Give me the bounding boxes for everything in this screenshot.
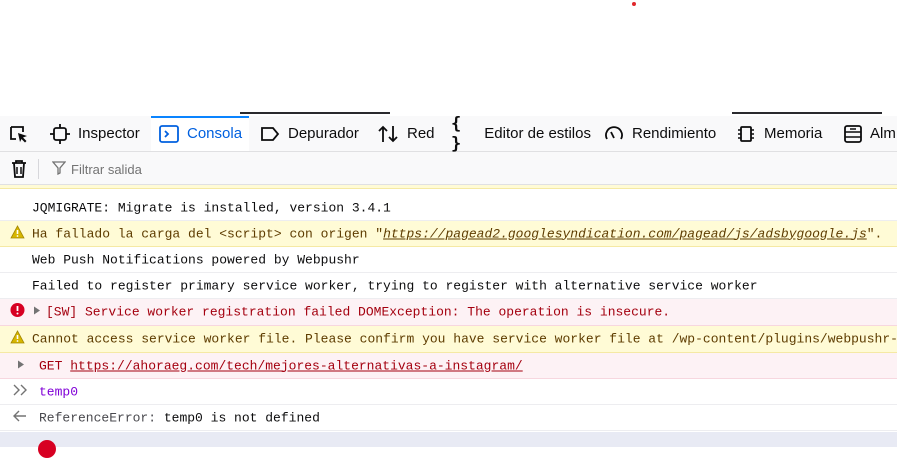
error-message: temp0 is not defined bbox=[163, 410, 320, 425]
trash-icon[interactable] bbox=[10, 159, 28, 184]
error-type: ReferenceError: bbox=[39, 410, 157, 425]
page-marker-dot bbox=[632, 2, 636, 6]
page-element-strip bbox=[732, 112, 882, 114]
tab-style-editor[interactable]: { } Editor de estilos bbox=[451, 113, 591, 154]
console-input-row: temp0 bbox=[0, 380, 897, 405]
console-message-log: Failed to register primary service worke… bbox=[0, 273, 897, 299]
element-picker-button[interactable] bbox=[8, 116, 34, 151]
tab-console[interactable]: Consola bbox=[151, 116, 249, 151]
script-url-link[interactable]: https://pagead2.googlesyndication.com/pa… bbox=[383, 226, 867, 241]
devtools-toolbar: Inspector Consola Depurador Red { } Edit… bbox=[0, 113, 897, 154]
console-message-cut bbox=[0, 185, 897, 189]
error-icon bbox=[38, 440, 56, 458]
input-chevron-icon bbox=[13, 384, 29, 400]
tab-storage[interactable]: Alm bbox=[844, 116, 897, 151]
console-message-error: [SW] Service worker registration failed … bbox=[0, 299, 897, 326]
page-content-area bbox=[0, 0, 897, 116]
braces-icon: { } bbox=[451, 113, 462, 154]
storage-icon bbox=[844, 124, 862, 144]
result-text: ReferenceError: temp0 is not defined bbox=[39, 410, 320, 425]
warning-icon bbox=[10, 224, 25, 243]
tab-performance-label: Rendimiento bbox=[632, 125, 717, 142]
console-input-area[interactable] bbox=[0, 432, 897, 447]
debugger-icon bbox=[260, 124, 280, 144]
tab-network-label: Red bbox=[407, 125, 435, 142]
result-arrow-icon bbox=[13, 410, 27, 426]
tab-style-editor-label: Editor de estilos bbox=[484, 125, 591, 142]
message-text: [SW] Service worker registration failed … bbox=[46, 304, 671, 320]
filter-funnel-icon bbox=[51, 161, 67, 180]
error-icon bbox=[10, 303, 25, 322]
tab-network[interactable]: Red bbox=[377, 116, 437, 151]
expand-arrow-icon[interactable] bbox=[17, 358, 25, 373]
tab-memory[interactable]: Memoria bbox=[736, 116, 830, 151]
evaluated-input: temp0 bbox=[39, 384, 79, 400]
console-icon bbox=[159, 124, 179, 144]
gauge-icon bbox=[604, 124, 624, 144]
tab-debugger-label: Depurador bbox=[288, 125, 359, 142]
message-text: Ha fallado la carga del <script> con ori… bbox=[32, 226, 883, 241]
console-message-log: JQMIGRATE: Migrate is installed, version… bbox=[0, 195, 897, 221]
message-text: Web Push Notifications powered by Webpus… bbox=[32, 252, 360, 267]
tab-inspector-label: Inspector bbox=[78, 125, 140, 142]
console-output: JQMIGRATE: Migrate is installed, version… bbox=[0, 185, 897, 447]
message-text: JQMIGRATE: Migrate is installed, version… bbox=[32, 200, 391, 215]
tab-console-label: Consola bbox=[187, 125, 243, 142]
console-filter-bar: Filtrar salida bbox=[0, 152, 897, 185]
message-text: Failed to register primary service worke… bbox=[32, 278, 758, 293]
tab-inspector[interactable]: Inspector bbox=[50, 116, 150, 151]
tab-debugger[interactable]: Depurador bbox=[260, 116, 365, 151]
divider bbox=[38, 159, 39, 179]
message-text: GET https://ahoraeg.com/tech/mejores-alt… bbox=[39, 358, 523, 373]
console-result-row: ReferenceError: temp0 is not defined bbox=[0, 405, 897, 431]
warning-icon bbox=[10, 330, 25, 348]
memory-chip-icon bbox=[736, 124, 756, 144]
request-url-link[interactable]: https://ahoraeg.com/tech/mejores-alterna… bbox=[70, 358, 522, 373]
element-picker-icon bbox=[8, 124, 30, 144]
filter-output-input[interactable]: Filtrar salida bbox=[71, 162, 142, 177]
tab-performance[interactable]: Rendimiento bbox=[604, 116, 722, 151]
expand-arrow-icon[interactable] bbox=[33, 305, 41, 320]
console-message-warning: Cannot access service worker file. Pleas… bbox=[0, 326, 897, 353]
console-message-network: GET https://ahoraeg.com/tech/mejores-alt… bbox=[0, 353, 897, 379]
message-text: Cannot access service worker file. Pleas… bbox=[32, 331, 897, 347]
tab-memory-label: Memoria bbox=[764, 125, 823, 142]
console-message-log: Web Push Notifications powered by Webpus… bbox=[0, 247, 897, 273]
console-message-warning: Ha fallado la carga del <script> con ori… bbox=[0, 221, 897, 247]
network-arrows-icon bbox=[377, 124, 399, 144]
http-method: GET bbox=[39, 358, 63, 373]
inspector-icon bbox=[50, 123, 70, 144]
tab-storage-label: Alm bbox=[870, 125, 896, 142]
page-element-strip bbox=[240, 112, 390, 114]
